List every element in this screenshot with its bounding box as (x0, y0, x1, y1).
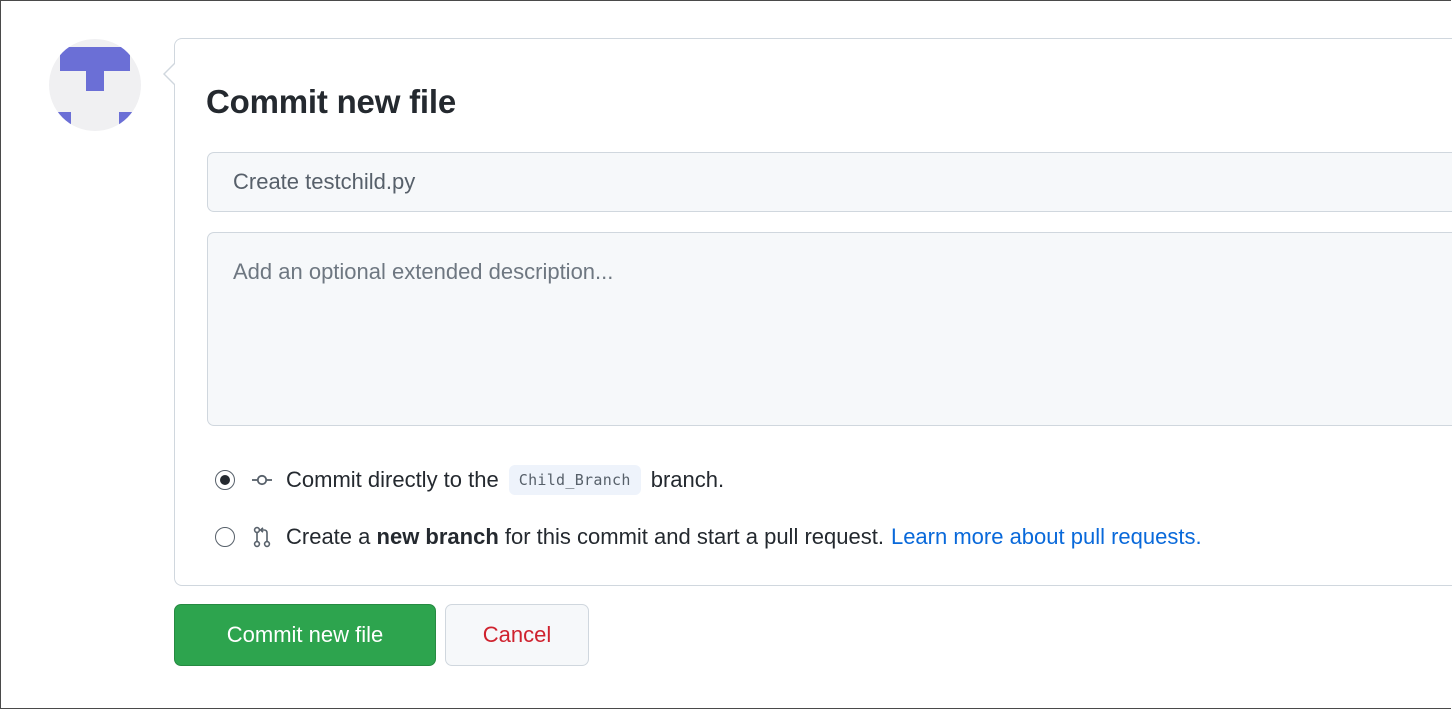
create-branch-radio[interactable] (215, 527, 235, 547)
create-branch-option[interactable]: Create a new branch for this commit and … (215, 521, 1202, 553)
create-branch-bold: new branch (376, 524, 499, 549)
commit-title: Commit new file (206, 83, 457, 120)
commit-description-input[interactable] (207, 232, 1452, 426)
commit-direct-radio[interactable] (215, 470, 235, 490)
avatar[interactable] (49, 39, 141, 131)
create-branch-suffix: for this commit and start a pull request… (504, 524, 884, 549)
radio-selected-dot (220, 475, 230, 485)
git-commit-icon (251, 469, 273, 491)
commit-direct-option[interactable]: Commit directly to the Child_Branch bran… (215, 464, 724, 496)
panel-pointer-fill (165, 63, 176, 85)
commit-new-file-button[interactable]: Commit new file (174, 604, 436, 666)
create-branch-prefix: Create a (286, 524, 371, 549)
commit-direct-text: Commit directly to the (286, 467, 499, 492)
git-pull-request-icon (251, 526, 273, 548)
cancel-button[interactable]: Cancel (445, 604, 589, 666)
commit-direct-suffix: branch. (650, 467, 725, 492)
commit-summary-input[interactable] (207, 152, 1452, 212)
learn-more-pull-requests-link[interactable]: Learn more about pull requests. (891, 524, 1202, 550)
branch-name: Child_Branch (508, 465, 641, 495)
identicon-icon (49, 47, 141, 131)
